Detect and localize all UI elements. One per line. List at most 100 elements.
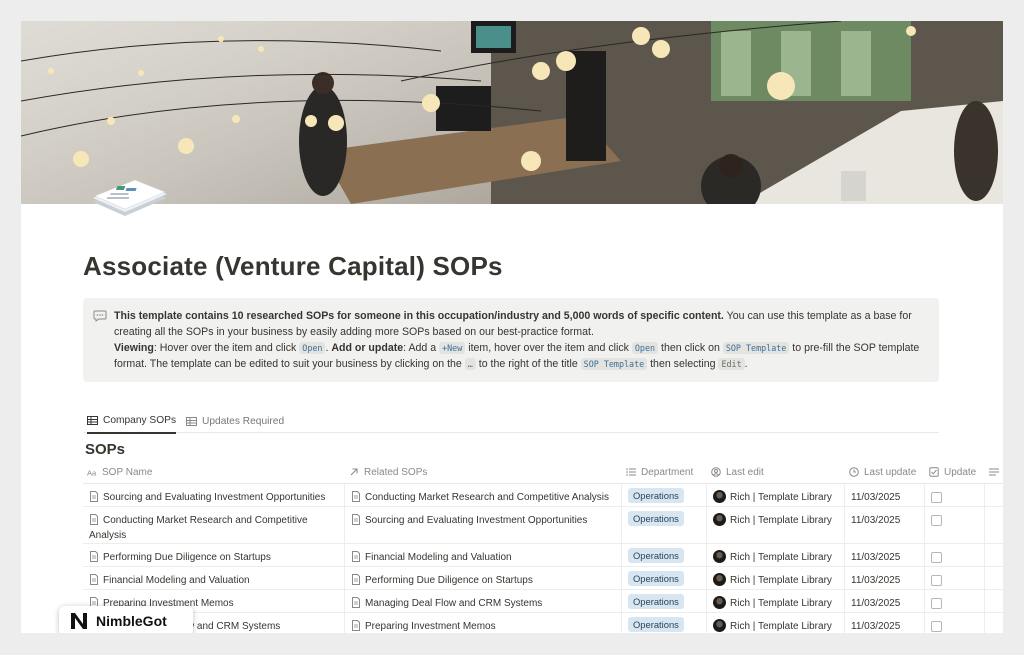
department-tag: Operations xyxy=(628,488,684,503)
cell-department[interactable]: Operations xyxy=(622,484,707,506)
column-label: Related SOPs xyxy=(364,466,428,478)
cell-content: Sourcing and Evaluating Investment Oppor… xyxy=(351,513,615,528)
document-icon xyxy=(352,574,360,585)
more-columns-icon[interactable] xyxy=(989,461,999,483)
column-label: Update xyxy=(944,466,977,478)
update-checkbox[interactable] xyxy=(931,552,942,563)
table-icon xyxy=(186,416,197,426)
editor-name: Rich | Template Library xyxy=(730,515,832,526)
update-checkbox[interactable] xyxy=(931,598,942,609)
cell-update[interactable] xyxy=(925,484,985,506)
page-icon xyxy=(93,179,167,216)
update-checkbox[interactable] xyxy=(931,575,942,586)
related-sop-link[interactable]: Financial Modeling and Valuation xyxy=(365,552,512,563)
callout: This template contains 10 researched SOP… xyxy=(83,298,939,382)
cell-content: Rich | Template Library xyxy=(713,550,838,565)
sop-name[interactable]: Performing Due Diligence on Startups xyxy=(103,552,271,563)
database-title[interactable]: SOPs xyxy=(85,441,125,458)
column-header-department[interactable]: Department xyxy=(626,461,693,483)
related-sop-link[interactable]: Preparing Investment Memos xyxy=(365,621,496,632)
table-row[interactable]: Managing Deal Flow and CRM SystemsPrepar… xyxy=(83,613,1003,633)
update-checkbox[interactable] xyxy=(931,621,942,632)
cell-last-edit: Rich | Template Library xyxy=(707,507,845,543)
cell-content: Conducting Market Research and Competiti… xyxy=(351,490,615,505)
sop-template-code: SOP Template xyxy=(722,342,790,354)
cell-content: Managing Deal Flow and CRM Systems xyxy=(351,596,615,611)
cell-update[interactable] xyxy=(925,590,985,612)
cell-related-sops[interactable]: Managing Deal Flow and CRM Systems xyxy=(345,590,622,612)
checkbox-icon xyxy=(929,467,939,477)
tab-company-sops[interactable]: Company SOPs xyxy=(87,409,177,434)
cell-last-update: 11/03/2025 xyxy=(845,567,925,589)
column-header-related-sops[interactable]: Related SOPs xyxy=(349,461,427,483)
table-body: Sourcing and Evaluating Investment Oppor… xyxy=(83,484,1003,633)
sop-table: Aa SOP Name Related SOPs Department Last… xyxy=(83,461,1003,633)
department-tag: Operations xyxy=(628,548,684,563)
cell-content: Sourcing and Evaluating Investment Oppor… xyxy=(89,490,338,505)
cell-department[interactable]: Operations xyxy=(622,567,707,589)
update-date: 11/03/2025 xyxy=(851,492,901,503)
column-header-last-update[interactable]: Last update xyxy=(849,461,916,483)
table-row[interactable]: Financial Modeling and Valuation Performi… xyxy=(83,567,1003,590)
cell-content xyxy=(931,619,978,633)
cell-update[interactable] xyxy=(925,507,985,543)
related-sop-link[interactable]: Performing Due Diligence on Startups xyxy=(365,575,533,586)
page-title: Associate (Venture Capital) SOPs xyxy=(83,251,503,281)
cell-update[interactable] xyxy=(925,567,985,589)
cell-sop-name[interactable]: Sourcing and Evaluating Investment Oppor… xyxy=(83,484,345,506)
cell-sop-name[interactable]: Financial Modeling and Valuation xyxy=(83,567,345,589)
cell-update[interactable] xyxy=(925,544,985,566)
speech-bubble-icon xyxy=(93,310,107,322)
cell-content: 11/03/2025 xyxy=(851,550,918,565)
cell-last-update: 11/03/2025 xyxy=(845,544,925,566)
cell-department[interactable]: Operations xyxy=(622,544,707,566)
cell-content: Rich | Template Library xyxy=(713,596,838,611)
column-header-last-edit[interactable]: Last edit xyxy=(711,461,764,483)
table-header: Aa SOP Name Related SOPs Department Last… xyxy=(83,461,1003,484)
column-label: Last update xyxy=(864,466,917,478)
related-sop-link[interactable]: Conducting Market Research and Competiti… xyxy=(365,492,609,503)
column-label: Last edit xyxy=(726,466,764,478)
document-icon xyxy=(352,491,360,502)
document-icon xyxy=(90,491,98,502)
cell-content xyxy=(931,596,978,614)
related-sop-link[interactable]: Managing Deal Flow and CRM Systems xyxy=(365,598,542,609)
update-checkbox[interactable] xyxy=(931,492,942,503)
cell-related-sops[interactable]: Preparing Investment Memos xyxy=(345,613,622,633)
tab-updates-required[interactable]: Updates Required xyxy=(186,409,284,433)
column-header-sop-name[interactable]: Aa SOP Name xyxy=(87,461,152,483)
cell-content xyxy=(931,573,978,591)
cell-last-edit: Rich | Template Library xyxy=(707,567,845,589)
sop-name[interactable]: Sourcing and Evaluating Investment Oppor… xyxy=(103,492,325,503)
cell-related-sops[interactable]: Financial Modeling and Valuation xyxy=(345,544,622,566)
cell-related-sops[interactable]: Sourcing and Evaluating Investment Oppor… xyxy=(345,507,622,543)
update-checkbox[interactable] xyxy=(931,515,942,526)
cell-related-sops[interactable]: Performing Due Diligence on Startups xyxy=(345,567,622,589)
brand-badge: NimbleGot xyxy=(59,606,193,633)
cell-last-edit: Rich | Template Library xyxy=(707,613,845,633)
related-sop-link[interactable]: Sourcing and Evaluating Investment Oppor… xyxy=(365,515,587,526)
table-row[interactable]: Conducting Market Research and Competiti… xyxy=(83,507,1003,544)
avatar xyxy=(713,490,726,503)
cell-content: Rich | Template Library xyxy=(713,490,838,505)
add-update-label: Add or update xyxy=(331,342,404,354)
cell-department[interactable]: Operations xyxy=(622,590,707,612)
sop-name[interactable]: Financial Modeling and Valuation xyxy=(103,575,250,586)
avatar xyxy=(713,596,726,609)
cell-content: 11/03/2025 xyxy=(851,573,918,588)
table-row[interactable]: Sourcing and Evaluating Investment Oppor… xyxy=(83,484,1003,507)
tab-label: Updates Required xyxy=(202,415,285,427)
cell-related-sops[interactable]: Conducting Market Research and Competiti… xyxy=(345,484,622,506)
cell-content: Preparing Investment Memos xyxy=(351,619,615,633)
cell-department[interactable]: Operations xyxy=(622,613,707,633)
table-row[interactable]: Preparing Investment Memos Managing Deal … xyxy=(83,590,1003,613)
edit-code: Edit xyxy=(718,358,745,370)
cell-sop-name[interactable]: Performing Due Diligence on Startups xyxy=(83,544,345,566)
column-header-update[interactable]: Update xyxy=(929,461,976,483)
table-row[interactable]: Performing Due Diligence on Startups Fina… xyxy=(83,544,1003,567)
editor-name: Rich | Template Library xyxy=(730,492,832,503)
cell-sop-name[interactable]: Conducting Market Research and Competiti… xyxy=(83,507,345,543)
cell-department[interactable]: Operations xyxy=(622,507,707,543)
cell-update[interactable] xyxy=(925,613,985,633)
sop-name[interactable]: Conducting Market Research and Competiti… xyxy=(89,515,308,541)
